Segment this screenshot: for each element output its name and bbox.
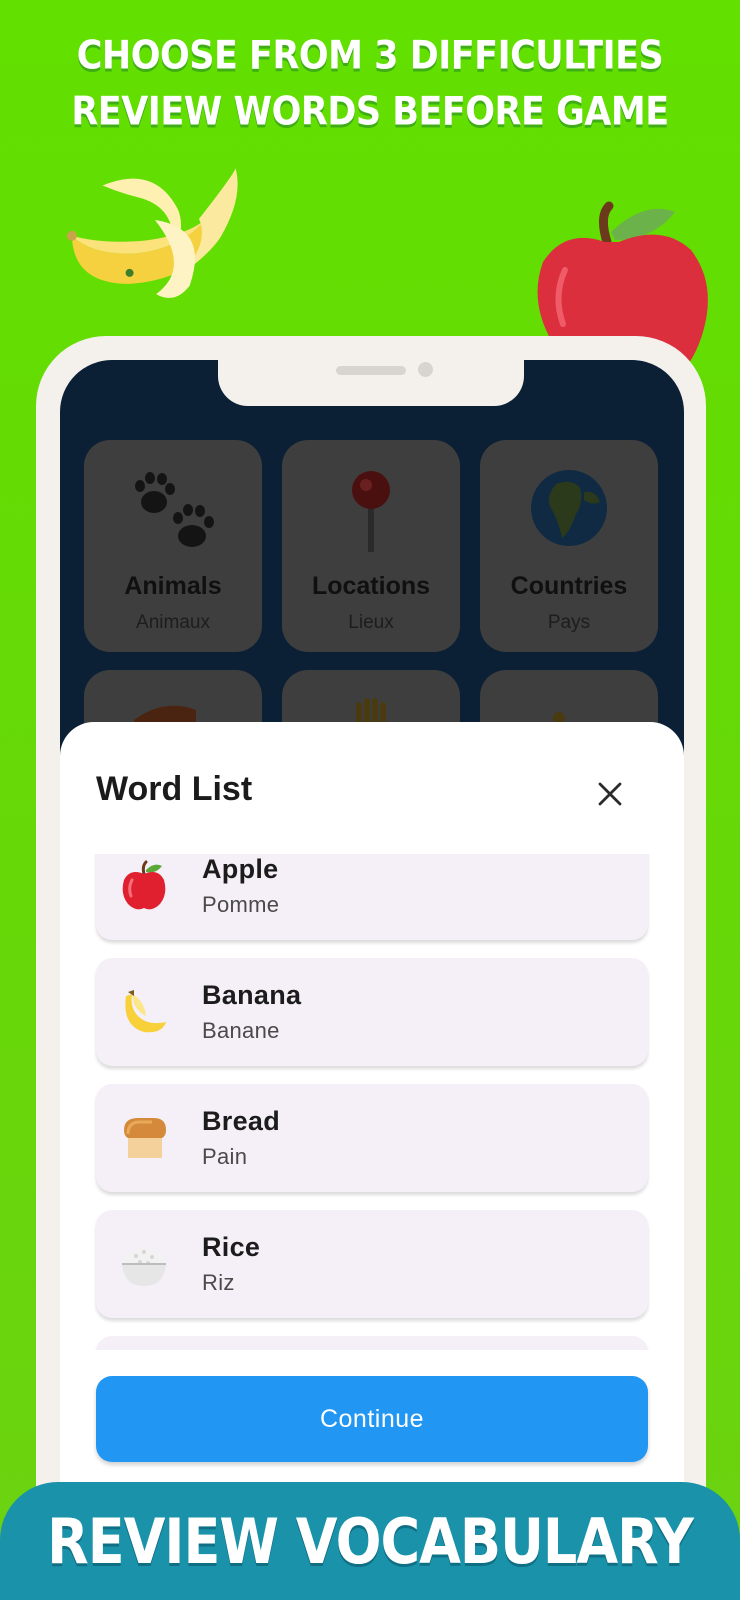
word-english: Banana xyxy=(202,980,302,1010)
word-french: Riz xyxy=(202,1270,235,1295)
pushpin-icon xyxy=(352,471,390,552)
continue-button[interactable]: Continue xyxy=(96,1376,648,1462)
list-item[interactable] xyxy=(96,1336,648,1350)
category-subtitle: Lieux xyxy=(348,612,394,633)
word-french: Pain xyxy=(202,1144,248,1169)
category-card-countries[interactable]: Countries Pays xyxy=(480,440,658,652)
promo-line-review: REVIEW WORDS BEFORE GAME xyxy=(71,89,669,135)
phone-camera xyxy=(418,362,433,377)
bread-icon xyxy=(124,1118,166,1158)
list-item[interactable]: Bread Pain xyxy=(96,1084,648,1192)
list-item[interactable]: Banana Banane xyxy=(96,958,648,1066)
category-card-locations[interactable]: Locations Lieux xyxy=(282,440,460,652)
sheet-title: Word List xyxy=(96,770,253,808)
close-icon xyxy=(598,782,622,806)
paw-icon xyxy=(135,472,214,547)
word-list[interactable]: Apple Pomme Banana Banane Bread Pain Ric… xyxy=(88,854,654,1350)
word-english: Rice xyxy=(202,1232,261,1262)
word-english: Bread xyxy=(202,1106,281,1136)
category-title: Animals xyxy=(124,572,222,600)
word-french: Banane xyxy=(202,1018,280,1043)
category-title: Countries xyxy=(510,572,628,600)
banana-icon xyxy=(125,990,166,1033)
category-title: Locations xyxy=(311,572,431,600)
promo-line-difficulties: CHOOSE FROM 3 DIFFICULTIES xyxy=(76,33,664,79)
list-item[interactable]: Apple Pomme xyxy=(96,854,648,940)
category-subtitle: Animaux xyxy=(136,612,210,633)
banner-title: REVIEW VOCABULARY xyxy=(47,1505,694,1578)
close-button[interactable] xyxy=(592,776,628,812)
category-card-animals[interactable]: Animals Animaux xyxy=(84,440,262,652)
phone-speaker xyxy=(336,366,406,375)
category-subtitle: Pays xyxy=(547,612,591,633)
banana-illustration xyxy=(66,168,238,298)
word-french: Pomme xyxy=(202,892,280,917)
rice-bowl-icon xyxy=(122,1248,166,1286)
word-english: Apple xyxy=(202,854,279,884)
list-item[interactable]: Rice Riz xyxy=(96,1210,648,1318)
apple-icon xyxy=(122,860,166,910)
promo-header: CHOOSE FROM 3 DIFFICULTIES REVIEW WORDS … xyxy=(0,28,740,140)
globe-icon xyxy=(531,470,607,546)
